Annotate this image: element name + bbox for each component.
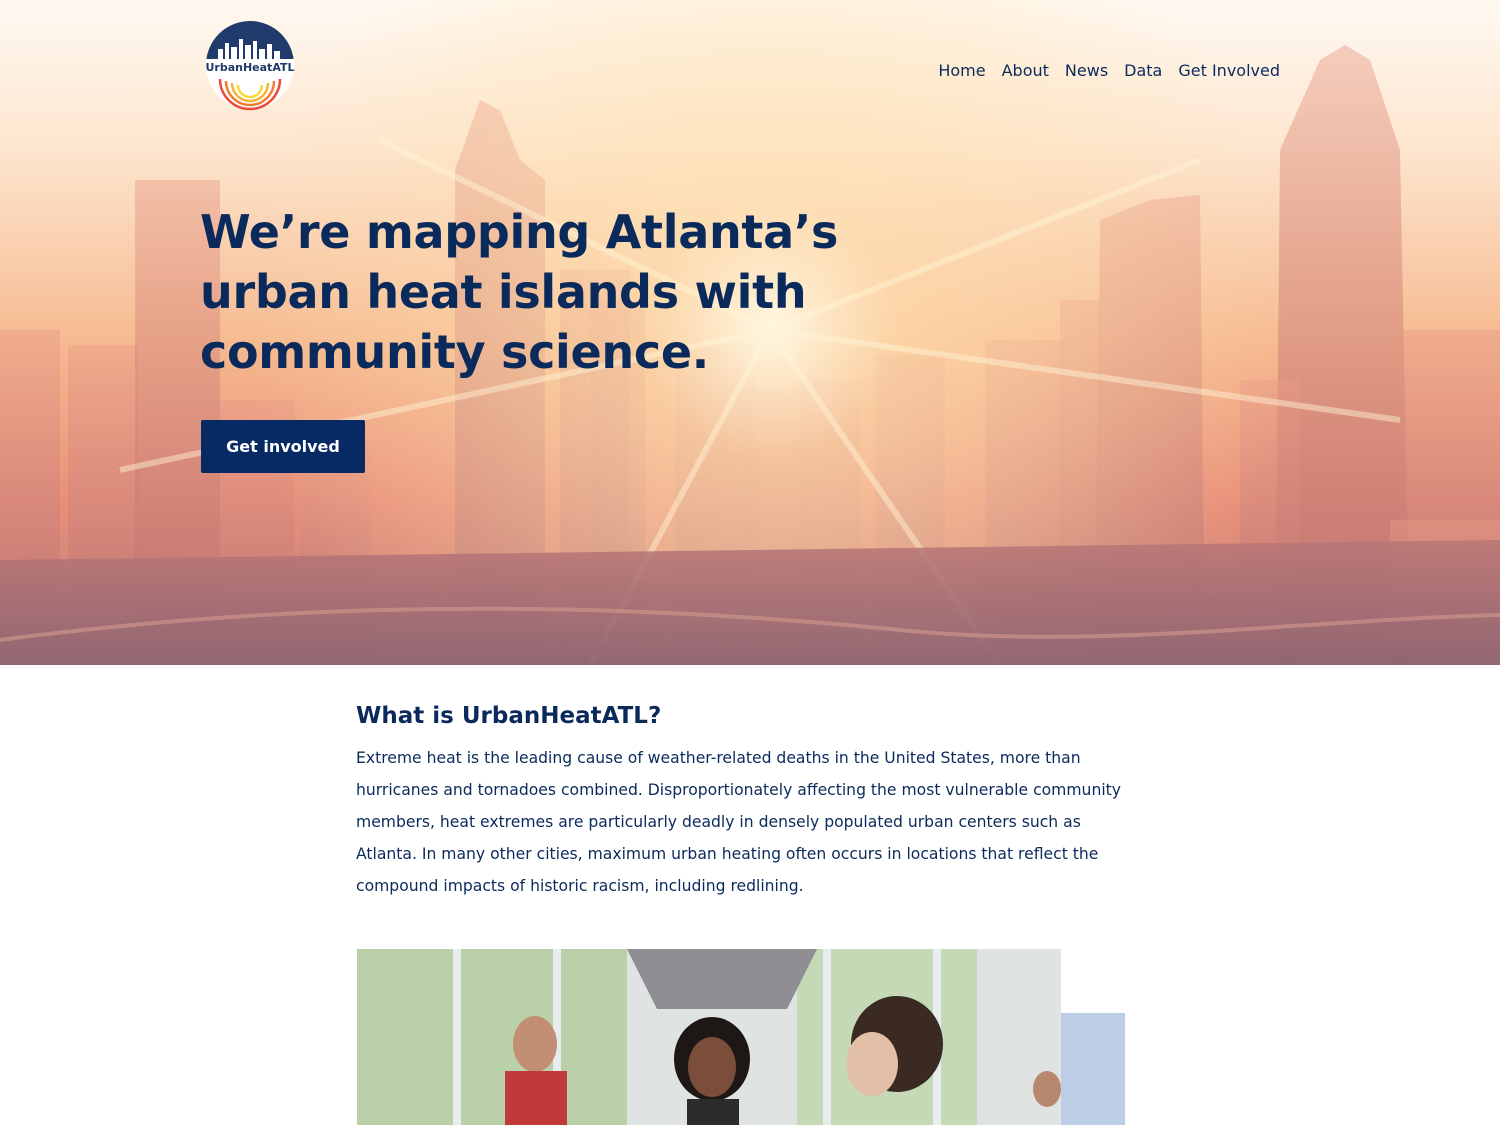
hero-section: UrbanHeatATL Home About News Data Get In…	[0, 0, 1500, 665]
nav-get-involved[interactable]: Get Involved	[1178, 59, 1280, 83]
nav-home[interactable]: Home	[938, 59, 985, 83]
about-heading: What is UrbanHeatATL?	[356, 703, 662, 729]
hero-title: We’re mapping Atlanta’s urban heat islan…	[200, 205, 839, 379]
logo-wordmark: UrbanHeatATL	[205, 61, 294, 74]
about-section: What is UrbanHeatATL? Extreme heat is th…	[356, 700, 1126, 902]
nav-data[interactable]: Data	[1124, 59, 1162, 83]
main-nav: Home About News Data Get Involved	[938, 59, 1280, 83]
nav-about[interactable]: About	[1002, 59, 1049, 83]
urbanheatatl-logo-icon[interactable]: UrbanHeatATL	[204, 19, 296, 111]
get-involved-button[interactable]: Get involved	[201, 420, 365, 473]
nav-news[interactable]: News	[1065, 59, 1108, 83]
decorative-accent-box	[1060, 1013, 1125, 1125]
community-volunteers-photo	[357, 949, 1061, 1125]
about-body: Extreme heat is the leading cause of wea…	[356, 749, 1121, 895]
